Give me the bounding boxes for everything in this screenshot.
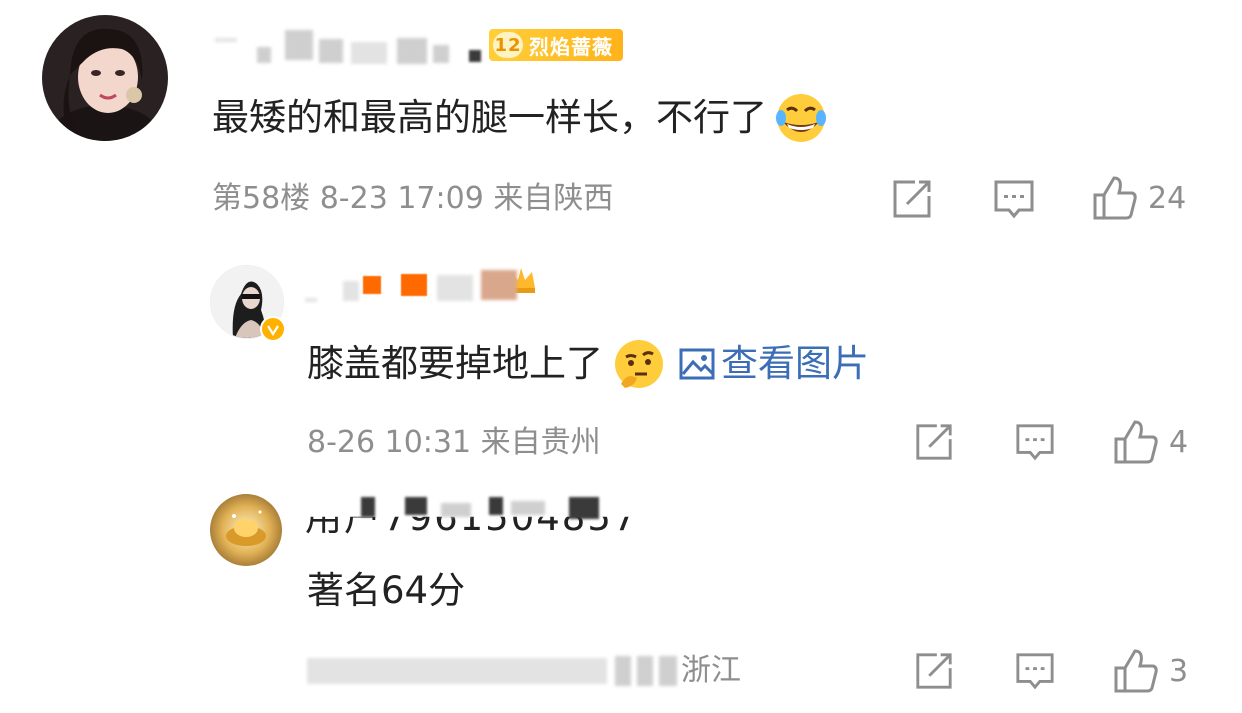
comment-button[interactable] <box>993 178 1035 220</box>
like-button[interactable]: 24 <box>1092 175 1186 221</box>
image-icon <box>679 348 715 380</box>
fan-level-label: 烈焰蔷薇 <box>529 34 613 59</box>
fan-level-badge: 12 烈焰蔷薇 <box>489 29 623 61</box>
username-obscured[interactable]: 12 烈焰蔷薇 <box>215 26 623 64</box>
comment-meta: 8-26 10:31 来自贵州 <box>307 425 601 460</box>
view-picture-label: 查看图片 <box>721 342 869 385</box>
avatar[interactable] <box>42 15 168 141</box>
like-count: 24 <box>1148 180 1187 216</box>
repost-icon <box>893 180 931 218</box>
comment-button[interactable] <box>1015 422 1055 462</box>
comment-text: 最矮的和最高的腿一样长，不行了 <box>212 92 827 144</box>
thinking-emoji-icon <box>615 340 663 388</box>
comment-text: 著名64分 <box>307 569 466 612</box>
repost-icon <box>916 653 952 689</box>
avatar[interactable] <box>210 494 282 566</box>
like-count: 4 <box>1169 424 1189 460</box>
laugh-cry-emoji-icon <box>776 94 826 142</box>
like-icon <box>1114 649 1158 693</box>
comment-icon <box>1016 653 1054 690</box>
comment-meta: 浙江 <box>307 651 741 691</box>
comment-icon <box>1016 424 1054 461</box>
comment-button[interactable] <box>1015 651 1055 691</box>
comment-meta: 第58楼 8-23 17:09 来自陕西 <box>212 181 614 216</box>
like-icon <box>1114 420 1158 464</box>
username-obscured[interactable] <box>305 268 539 302</box>
comment-icon <box>994 180 1034 219</box>
fan-level-number: 12 <box>493 32 523 58</box>
username-obscured[interactable]: 用户7961504857 <box>305 495 645 541</box>
like-button[interactable]: 3 <box>1113 648 1188 694</box>
like-button[interactable]: 4 <box>1113 419 1188 465</box>
comment-text: 膝盖都要掉地上了 查看图片 <box>307 338 869 390</box>
view-picture-link[interactable]: 查看图片 <box>679 341 869 387</box>
repost-icon <box>916 424 952 460</box>
like-count: 3 <box>1169 653 1189 689</box>
repost-button[interactable] <box>914 651 954 691</box>
verified-badge-icon <box>260 316 286 342</box>
repost-button[interactable] <box>891 178 933 220</box>
meta-visible-fragment: 浙江 <box>681 653 741 688</box>
repost-button[interactable] <box>914 422 954 462</box>
like-icon <box>1093 176 1137 220</box>
